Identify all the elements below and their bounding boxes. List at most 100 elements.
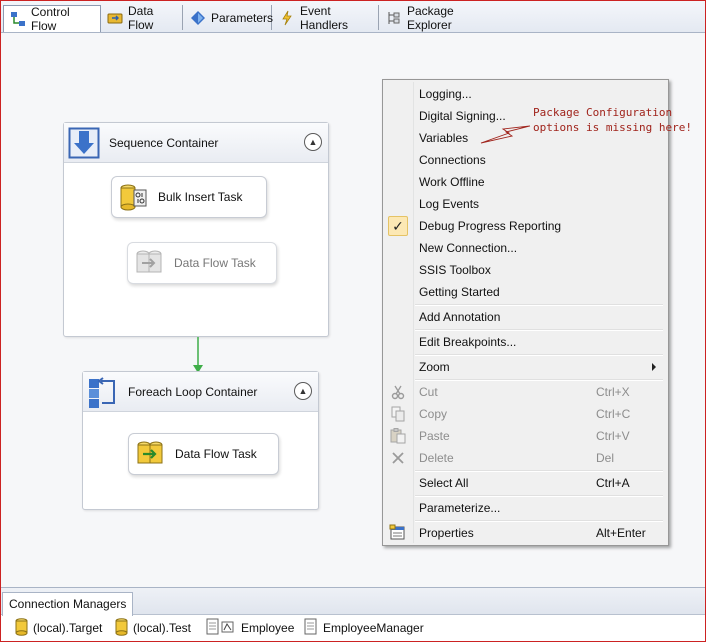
menu-label: SSIS Toolbox — [419, 263, 491, 277]
tab-event-handlers[interactable]: Event Handlers — [273, 3, 379, 32]
tab-control-flow[interactable]: Control Flow — [3, 5, 101, 33]
menu-label: New Connection... — [419, 241, 518, 255]
package-explorer-icon — [386, 10, 402, 26]
sequence-container-icon — [68, 127, 100, 159]
menu-label: Properties — [419, 526, 474, 540]
menu-item-select-all[interactable]: Select All Ctrl+A — [385, 472, 666, 494]
connection-managers-tabstrip: Connection Managers — [1, 588, 705, 616]
menu-shortcut: Del — [596, 451, 615, 465]
menu-label: Digital Signing... — [419, 109, 506, 123]
menu-shortcut: Ctrl+C — [596, 407, 631, 421]
connection-label: EmployeeManager — [323, 621, 424, 635]
menu-label: Cut — [419, 385, 438, 399]
menu-item-edit-breakpoints[interactable]: Edit Breakpoints... — [385, 331, 666, 353]
database-icon — [15, 617, 28, 639]
annotation-note: Package Configuration options is missing… — [533, 105, 692, 135]
connection-local-test[interactable]: (local).Test — [115, 617, 192, 639]
designer-tab-bar: Control Flow Data Flow Parameters Event … — [1, 1, 705, 33]
connection-employee-manager[interactable]: EmployeeManager — [304, 618, 424, 638]
connection-label: (local).Test — [133, 621, 192, 635]
data-flow-task[interactable]: Data Flow Task — [128, 433, 279, 475]
foreach-container-title: Foreach Loop Container — [128, 385, 258, 399]
menu-item-new-connection[interactable]: New Connection... — [385, 237, 666, 259]
menu-item-properties[interactable]: Properties Alt+Enter — [385, 522, 666, 544]
foreach-loop-container[interactable]: Foreach Loop Container ▲ Data Flow Task — [82, 371, 319, 510]
copy-icon — [389, 405, 407, 423]
flat-file-icon — [304, 618, 318, 639]
task-label: Data Flow Task — [175, 447, 257, 461]
task-label: Data Flow Task — [174, 256, 256, 270]
bulk-insert-task[interactable]: Bulk Insert Task — [111, 176, 267, 218]
properties-icon — [389, 524, 407, 542]
menu-item-delete[interactable]: Delete Del — [385, 447, 666, 469]
flat-file-icon — [206, 618, 236, 639]
menu-label: Connections — [419, 153, 486, 167]
data-flow-task-icon — [134, 248, 164, 278]
menu-label: Add Annotation — [419, 310, 501, 324]
annotation-line-2: options is missing here! — [533, 121, 692, 134]
menu-label: Delete — [419, 451, 454, 465]
data-flow-task-disabled[interactable]: Data Flow Task — [127, 242, 277, 284]
data-flow-icon — [107, 10, 123, 26]
tab-package-explorer[interactable]: Package Explorer — [380, 3, 492, 32]
menu-item-log-events[interactable]: Log Events — [385, 193, 666, 215]
tab-label: Control Flow — [31, 5, 70, 33]
annotation-line-1: Package Configuration — [533, 106, 673, 119]
precedence-constraint-arrow[interactable] — [191, 337, 205, 375]
menu-item-ssis-toolbox[interactable]: SSIS Toolbox — [385, 259, 666, 281]
menu-label: Edit Breakpoints... — [419, 335, 517, 349]
task-label: Bulk Insert Task — [158, 190, 243, 204]
menu-item-add-annotation[interactable]: Add Annotation — [385, 306, 666, 328]
menu-shortcut: Ctrl+A — [596, 476, 630, 490]
tab-label: Parameters — [211, 10, 274, 25]
menu-label: Paste — [419, 429, 450, 443]
menu-label: Work Offline — [419, 175, 485, 189]
tab-data-flow[interactable]: Data Flow — [101, 3, 183, 32]
menu-item-getting-started[interactable]: Getting Started — [385, 281, 666, 303]
menu-shortcut: Alt+Enter — [596, 526, 646, 540]
sequence-container-title: Sequence Container — [109, 136, 219, 150]
cut-icon — [389, 383, 407, 401]
tab-label: Package Explorer — [407, 3, 454, 32]
control-flow-icon — [10, 11, 26, 27]
collapse-button[interactable]: ▲ — [294, 382, 312, 400]
menu-item-cut[interactable]: Cut Ctrl+X — [385, 381, 666, 403]
menu-label: Logging... — [419, 87, 472, 101]
tab-label: Data Flow — [128, 3, 154, 32]
menu-item-connections[interactable]: Connections — [385, 149, 666, 171]
menu-item-zoom[interactable]: Zoom — [385, 356, 666, 378]
tab-parameters[interactable]: Parameters — [184, 5, 274, 30]
connection-managers-pane: Connection Managers (local).Target (loca… — [1, 587, 705, 641]
menu-label: Parameterize... — [419, 501, 501, 515]
menu-shortcut: Ctrl+V — [596, 429, 630, 443]
foreach-loop-icon — [86, 375, 120, 409]
menu-shortcut: Ctrl+X — [596, 385, 630, 399]
delete-icon — [389, 449, 407, 467]
database-icon — [115, 617, 128, 639]
connection-local-target[interactable]: (local).Target — [15, 617, 103, 639]
menu-label: Select All — [419, 476, 469, 490]
paste-icon — [389, 427, 407, 445]
tab-label: Event Handlers — [300, 3, 349, 32]
connection-employee[interactable]: Employee — [206, 618, 294, 638]
tab-connection-managers[interactable]: Connection Managers — [2, 592, 134, 616]
menu-item-parameterize[interactable]: Parameterize... — [385, 497, 666, 519]
sequence-container[interactable]: Sequence Container ▲ Bulk Insert Task Da… — [63, 122, 329, 337]
menu-item-work-offline[interactable]: Work Offline — [385, 171, 666, 193]
foreach-container-header: Foreach Loop Container ▲ — [83, 372, 318, 412]
menu-item-copy[interactable]: Copy Ctrl+C — [385, 403, 666, 425]
collapse-button[interactable]: ▲ — [304, 133, 322, 151]
annotation-pointer — [480, 125, 531, 144]
menu-item-logging[interactable]: Logging... — [385, 83, 666, 105]
menu-item-debug-progress-reporting[interactable]: ✓ Debug Progress Reporting — [385, 215, 666, 237]
data-flow-task-icon — [135, 439, 165, 469]
menu-item-paste[interactable]: Paste Ctrl+V — [385, 425, 666, 447]
submenu-arrow-icon — [652, 363, 656, 371]
connection-label: (local).Target — [33, 621, 103, 635]
menu-label: Log Events — [419, 197, 480, 211]
menu-label: Zoom — [419, 360, 450, 374]
context-menu: Logging... Digital Signing... Variables … — [382, 79, 669, 546]
event-handlers-icon — [279, 10, 295, 26]
menu-label: Copy — [419, 407, 448, 421]
sequence-container-header: Sequence Container ▲ — [64, 123, 328, 163]
